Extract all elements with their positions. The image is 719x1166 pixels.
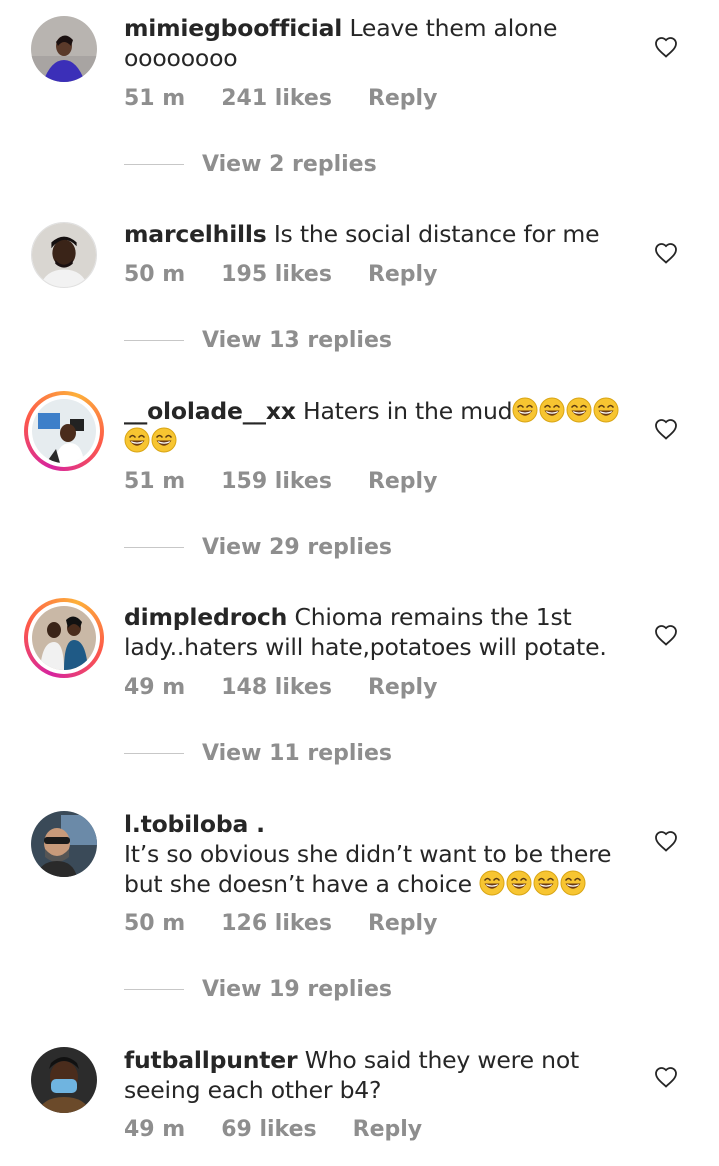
comment-meta: 50 m 195 likes Reply (124, 262, 473, 287)
divider-line (124, 546, 184, 549)
avatar-image (32, 223, 96, 287)
comment-text: __ololade__xx Haters in the mud (124, 396, 629, 456)
laughing-face-icon (124, 427, 150, 453)
comment-time: 50 m (124, 911, 186, 936)
comment-username[interactable]: marcelhills (124, 220, 267, 248)
heart-outline-icon[interactable] (654, 242, 678, 264)
reply-button[interactable]: Reply (368, 469, 438, 494)
laughing-face-icon (512, 397, 538, 423)
comment-time: 50 m (124, 262, 186, 287)
laughing-face-icon (566, 397, 592, 423)
comment-meta: 49 m 69 likes Reply (124, 1117, 458, 1142)
reply-button[interactable]: Reply (368, 675, 438, 700)
view-replies-button[interactable]: View 13 replies (124, 328, 392, 353)
laughing-face-icon (479, 870, 505, 896)
view-replies-button[interactable]: View 2 replies (124, 152, 377, 177)
view-replies-label: View 29 replies (202, 535, 392, 560)
comment-text: marcelhills Is the social distance for m… (124, 219, 629, 249)
comment-time: 49 m (124, 675, 186, 700)
view-replies-button[interactable]: View 29 replies (124, 535, 392, 560)
comment-username[interactable]: futballpunter (124, 1046, 298, 1074)
avatar-image (32, 606, 96, 670)
comment-meta: 51 m 241 likes Reply (124, 86, 473, 111)
heart-outline-icon[interactable] (654, 36, 678, 58)
comment-username[interactable]: dimpledroch (124, 603, 287, 631)
divider-line (124, 339, 184, 342)
avatar[interactable] (31, 16, 97, 82)
comment-likes[interactable]: 148 likes (221, 675, 332, 700)
comment-likes[interactable]: 159 likes (221, 469, 332, 494)
comment-text: mimiegboofficial Leave them alone oooooo… (124, 13, 629, 73)
heart-outline-icon[interactable] (654, 1066, 678, 1088)
view-replies-label: View 2 replies (202, 152, 377, 177)
view-replies-label: View 13 replies (202, 328, 392, 353)
view-replies-button[interactable]: View 11 replies (124, 741, 392, 766)
view-replies-label: View 19 replies (202, 977, 392, 1002)
reply-button[interactable]: Reply (368, 86, 438, 111)
comment-time: 51 m (124, 86, 186, 111)
avatar-story-ring[interactable] (24, 598, 104, 678)
comment-likes[interactable]: 126 likes (221, 911, 332, 936)
view-replies-label: View 11 replies (202, 741, 392, 766)
avatar (32, 606, 96, 670)
view-replies-button[interactable]: View 19 replies (124, 977, 392, 1002)
avatar (32, 399, 96, 463)
avatar-ring-gap (28, 395, 100, 467)
reply-button[interactable]: Reply (368, 911, 438, 936)
comment-username[interactable]: __ololade__xx (124, 397, 296, 425)
avatar-image (31, 16, 97, 82)
avatar[interactable] (31, 1047, 97, 1113)
avatar-image (31, 1047, 97, 1113)
reply-button[interactable]: Reply (368, 262, 438, 287)
avatar[interactable] (31, 222, 97, 288)
heart-outline-icon[interactable] (654, 624, 678, 646)
avatar-ring-gap (28, 602, 100, 674)
divider-line (124, 988, 184, 991)
avatar-story-ring[interactable] (24, 391, 104, 471)
comment-meta: 51 m 159 likes Reply (124, 469, 473, 494)
comment-username[interactable]: mimiegboofficial (124, 14, 342, 42)
laughing-face-icon (533, 870, 559, 896)
comment-text: dimpledroch Chioma remains the 1st lady.… (124, 602, 629, 662)
comment-meta: 49 m 148 likes Reply (124, 675, 473, 700)
laughing-face-icon (151, 427, 177, 453)
comment-body: Haters in the mud (303, 397, 513, 425)
divider-line (124, 163, 184, 166)
avatar-image (32, 399, 96, 463)
avatar-image (31, 811, 97, 877)
heart-outline-icon[interactable] (654, 418, 678, 440)
heart-outline-icon[interactable] (654, 830, 678, 852)
comment-time: 49 m (124, 1117, 186, 1142)
comment-meta: 50 m 126 likes Reply (124, 911, 473, 936)
comment-body: Is the social distance for me (273, 220, 600, 248)
laughing-face-icon (506, 870, 532, 896)
laughing-face-icon (593, 397, 619, 423)
avatar[interactable] (31, 811, 97, 877)
comment-text: l.tobiloba . It’s so obvious she didn’t … (124, 809, 629, 899)
comment-text: futballpunter Who said they were not see… (124, 1045, 629, 1105)
laughing-face-icon (560, 870, 586, 896)
comment-likes[interactable]: 195 likes (221, 262, 332, 287)
emoji-run (479, 870, 587, 898)
reply-button[interactable]: Reply (353, 1117, 423, 1142)
comment-likes[interactable]: 241 likes (221, 86, 332, 111)
comment-time: 51 m (124, 469, 186, 494)
comment-username[interactable]: l.tobiloba . (124, 810, 265, 838)
divider-line (124, 752, 184, 755)
laughing-face-icon (539, 397, 565, 423)
comment-likes[interactable]: 69 likes (221, 1117, 316, 1142)
